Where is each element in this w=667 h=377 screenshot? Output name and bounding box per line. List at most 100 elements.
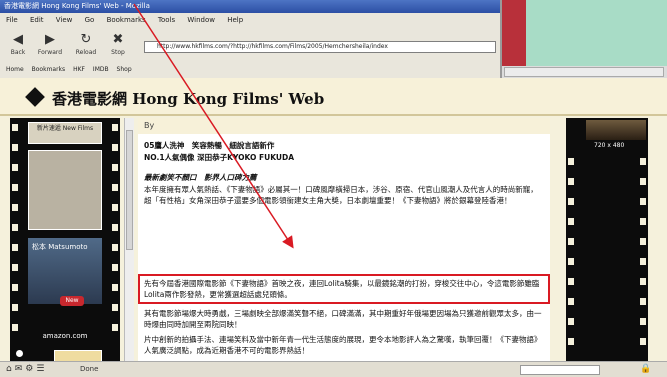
film-hole [568, 258, 574, 265]
film-hole [568, 158, 574, 165]
amazon-link[interactable]: amazon.com [28, 332, 102, 342]
url-bar[interactable]: http://www.hkfilms.com/?http://hkfilms.c… [144, 41, 496, 53]
menu-bar: File Edit View Go Bookmarks Tools Window… [0, 14, 500, 27]
film-hole [112, 184, 118, 191]
menu-edit[interactable]: Edit [30, 16, 44, 24]
security-lock-icon[interactable]: 🔒 [640, 364, 651, 374]
menu-window[interactable]: Window [187, 16, 215, 24]
status-bar: ⌂✉⚙☰ Done 🔒 [0, 361, 667, 377]
film-hole [112, 284, 118, 291]
right-poster-image[interactable] [586, 120, 646, 140]
film-hole [568, 198, 574, 205]
film-hole [12, 324, 18, 331]
right-filmstrip-panel: 720 x 480 [556, 118, 667, 361]
window-title: 香港電影網 Hong Kong Films' Web - Mozilla [0, 0, 500, 13]
bookmark-bookmarks[interactable]: Bookmarks [32, 66, 66, 73]
new-badge: New [60, 296, 84, 306]
forward-button[interactable]: ▶ Forward [36, 31, 64, 59]
image-size-caption: 720 x 480 [594, 142, 625, 149]
menu-bookmarks[interactable]: Bookmarks [107, 16, 146, 24]
film-hole [12, 144, 18, 151]
headline-2: NO.1人氣偶像 深田恭子KYOKO FUKUDA [144, 153, 294, 162]
menu-help[interactable]: Help [227, 16, 243, 24]
stop-button[interactable]: ✖ Stop [104, 31, 132, 59]
film-hole [640, 298, 646, 305]
bookmarks-toolbar: Home Bookmarks HKF IMDB Shop [0, 64, 500, 76]
film-hole [640, 178, 646, 185]
film-hole [568, 318, 574, 325]
secondary-window-content [526, 0, 667, 66]
film-hole [640, 238, 646, 245]
right-filmstrip: 720 x 480 [566, 118, 648, 361]
film-hole [112, 224, 118, 231]
secondary-window-red-panel [502, 0, 526, 66]
menu-go[interactable]: Go [85, 16, 95, 24]
forward-arrow-icon: ▶ [45, 32, 55, 47]
bookmark-shop[interactable]: Shop [117, 66, 132, 73]
film-hole [568, 178, 574, 185]
highlight-box [138, 274, 550, 304]
film-hole [112, 264, 118, 271]
film-hole [112, 304, 118, 311]
film-hole [112, 204, 118, 211]
film-hole [112, 244, 118, 251]
film-poster-image[interactable] [28, 150, 102, 230]
menu-file[interactable]: File [6, 16, 18, 24]
film-hole [640, 258, 646, 265]
film-hole [12, 204, 18, 211]
back-button[interactable]: ◀ Back [4, 31, 32, 59]
film-hole [112, 144, 118, 151]
menu-view[interactable]: View [56, 16, 73, 24]
site-header: 香港電影網 Hong Kong Films' Web [0, 78, 667, 116]
paragraph-3: 片中創新的拍攝手法、連場笑料及當中新年青一代生活態度的展現，更令本地影評人為之驚… [144, 335, 542, 355]
new-films-link[interactable]: 新片速遞 New Films [28, 122, 102, 144]
film-hole [640, 198, 646, 205]
film-hole [12, 224, 18, 231]
film-hole [640, 218, 646, 225]
subheadline: 最新劇笑不顏口 影界人口碑力薦 [144, 173, 257, 182]
reload-button[interactable]: ↻ Reload [72, 31, 100, 59]
sidebar-scrollbar[interactable] [124, 118, 134, 361]
film-hole [568, 338, 574, 345]
paragraph-2: 其有電影節場爆大時勇戲，三場劇映全部爆滿笑聲不絕，口碑滿滿，其中期重好年俄場更因… [144, 309, 542, 329]
film-hole [12, 184, 18, 191]
site-title[interactable]: 香港電影網 Hong Kong Films' Web [52, 88, 324, 109]
article-body: By 05鷹人洗神 笑容熱暢 細說言語新作 NO.1人氣偶像 深田恭子KYOKO… [138, 118, 550, 361]
film-hole [12, 244, 18, 251]
stop-icon: ✖ [112, 32, 124, 47]
left-filmstrip: 新片速遞 New Films 松本 Matsumoto New amazon.c… [10, 118, 120, 377]
film-hole [12, 284, 18, 291]
bookmark-hkf[interactable]: HKF [73, 66, 85, 73]
film-hole [640, 278, 646, 285]
film-hole [568, 298, 574, 305]
film-hole [640, 158, 646, 165]
headline-1: 05鷹人洗神 笑容熱暢 細說言語新作 [144, 141, 275, 150]
diamond-logo-icon [25, 87, 45, 107]
menu-tools[interactable]: Tools [158, 16, 175, 24]
web-page: 香港電影網 Hong Kong Films' Web 新片速遞 New Film… [0, 78, 667, 377]
status-progress-field [520, 365, 600, 375]
secondary-window-scrollbar[interactable] [504, 67, 664, 77]
reload-icon: ↻ [80, 32, 92, 47]
byline: By [138, 118, 550, 134]
film-hole [112, 164, 118, 171]
paragraph-1: 本年度擁有眾人氣熱話、《下妻物語》必屬其一！口碑風靡橫掃日本，涉谷、原宿、代官山… [144, 185, 538, 205]
status-text: Done [80, 365, 99, 373]
film-hole [568, 278, 574, 285]
film-hole [640, 338, 646, 345]
dot-icon[interactable] [16, 350, 23, 357]
film-hole [12, 304, 18, 311]
film-hole [112, 324, 118, 331]
navigation-toolbar: ◀ Back ▶ Forward ↻ Reload ✖ Stop http://… [0, 28, 500, 62]
status-bar-icons[interactable]: ⌂✉⚙☰ [6, 364, 47, 374]
film-hole [12, 124, 18, 131]
bookmark-home[interactable]: Home [6, 66, 24, 73]
film-hole [12, 164, 18, 171]
scrollbar-thumb[interactable] [126, 130, 133, 250]
back-arrow-icon: ◀ [13, 32, 23, 47]
actor-name: 松本 Matsumoto [32, 243, 88, 251]
film-hole [112, 124, 118, 131]
film-hole [568, 218, 574, 225]
bookmark-imdb[interactable]: IMDB [93, 66, 109, 73]
film-hole [568, 238, 574, 245]
